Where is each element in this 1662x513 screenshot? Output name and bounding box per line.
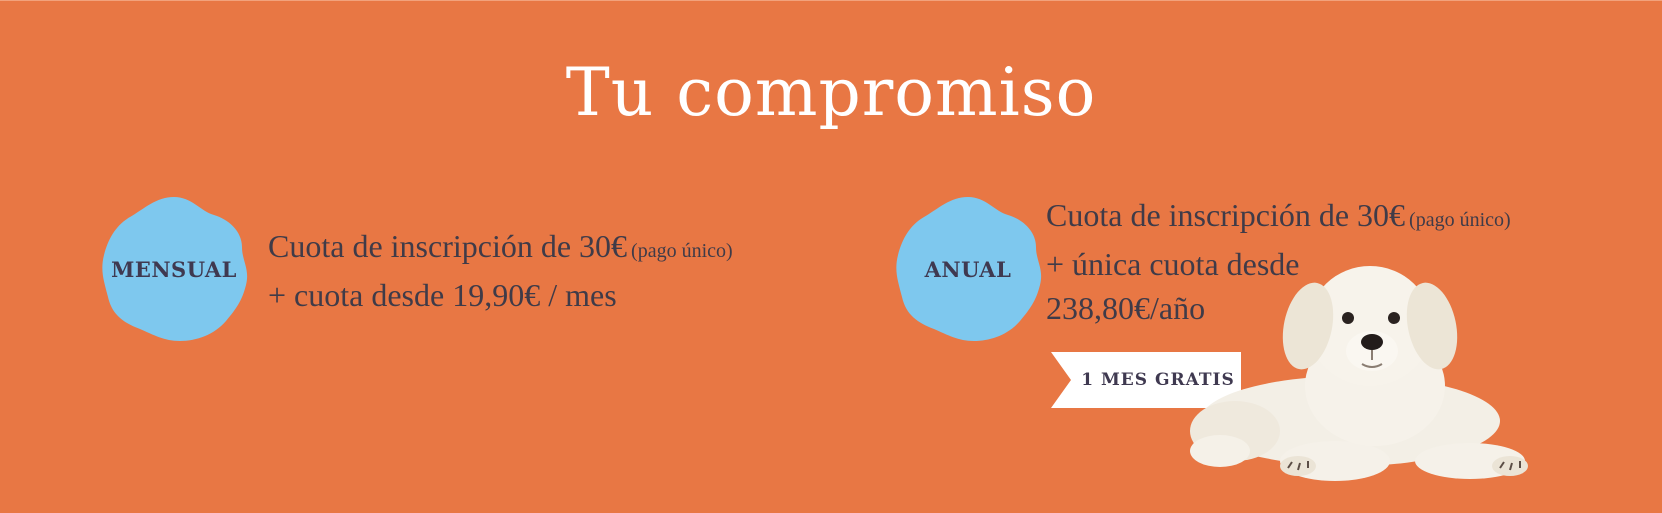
annual-badge: ANUAL — [890, 191, 1046, 347]
annual-one-time-note: (pago único) — [1409, 209, 1511, 231]
monthly-plan-description: Cuota de inscripción de 30€ (pago único) … — [268, 224, 733, 317]
monthly-registration-fee: Cuota de inscripción de 30€ — [268, 228, 628, 264]
annual-line-1: Cuota de inscripción de 30€ (pago único) — [1046, 193, 1511, 242]
puppy-image — [1190, 266, 1528, 481]
monthly-one-time-note: (pago único) — [631, 240, 733, 262]
page-title: Tu compromiso — [565, 54, 1097, 131]
annual-badge-label: ANUAL — [924, 256, 1012, 282]
monthly-badge: MENSUAL — [96, 191, 252, 347]
monthly-badge-label: MENSUAL — [111, 256, 237, 282]
monthly-fee: + cuota desde 19,90€ / mes — [268, 277, 617, 313]
annual-registration-fee: Cuota de inscripción de 30€ — [1046, 197, 1406, 233]
commitment-banner: Tu compromiso MENSUAL Cuota de inscripci… — [0, 0, 1662, 513]
monthly-line-1: Cuota de inscripción de 30€ (pago único) — [268, 224, 733, 273]
